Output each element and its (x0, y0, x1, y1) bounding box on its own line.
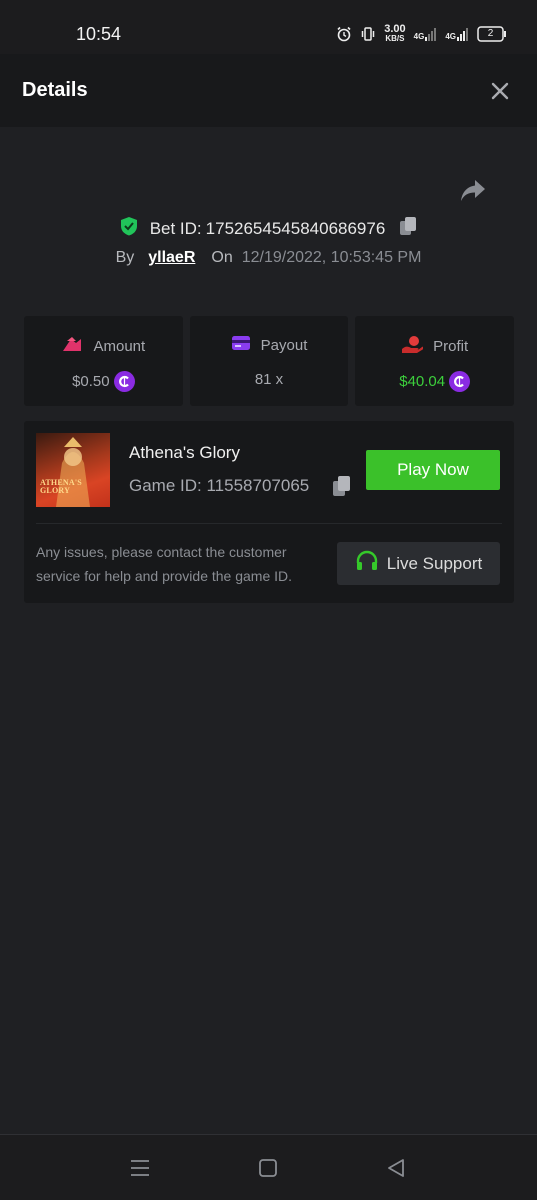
payout-value: 81 x (254, 371, 284, 388)
verified-shield-icon (120, 216, 138, 241)
thumbnail-title: ATHENA'S GLORY (40, 479, 82, 495)
amount-label: Amount (93, 337, 146, 355)
network-type-2: 4G (445, 32, 456, 41)
bet-id-row: Bet ID: 1752654545840686976 (0, 216, 537, 241)
play-now-button[interactable]: Play Now (366, 450, 500, 490)
payout-label: Payout (260, 336, 308, 354)
share-icon[interactable] (459, 178, 487, 204)
game-id-label: Game ID: (129, 476, 202, 495)
bet-stats: Amount $0.50 Payout 81 x Profit $40.04 (24, 316, 515, 406)
back-nav-icon[interactable] (385, 1157, 409, 1179)
amount-value: $0.50 (72, 373, 110, 390)
bet-id-label: Bet ID: (149, 218, 202, 238)
vibrate-icon (360, 26, 376, 42)
amount-header: Amount (24, 335, 183, 357)
game-id-value: 11558707065 (206, 476, 310, 495)
net-speed-value: 3.00 (384, 23, 406, 35)
battery-level: 2 (487, 28, 494, 39)
amount-value-row: $0.50 (24, 371, 183, 392)
bet-datetime: 12/19/2022, 10:53:45 PM (241, 249, 422, 266)
status-time: 10:54 (76, 24, 122, 44)
network-type-1: 4G (413, 32, 425, 41)
signal-icon: 4G (414, 27, 438, 41)
copy-icon[interactable] (399, 216, 417, 241)
home-nav-icon[interactable] (257, 1157, 281, 1179)
battery-icon: 2 (477, 26, 507, 42)
amount-icon (61, 335, 83, 357)
screen: 10:54 3.00 KB/S 4G 4G 2 Details Bet ID: … (0, 0, 537, 1200)
copy-icon[interactable] (332, 475, 352, 497)
headset-icon (355, 549, 379, 578)
profit-header: Profit (355, 335, 514, 357)
by-label: By (115, 249, 135, 266)
payout-card: Payout 81 x (189, 316, 349, 406)
close-icon[interactable] (489, 80, 511, 102)
profit-label: Profit (433, 337, 469, 355)
amount-card: Amount $0.50 (24, 316, 183, 406)
net-speed: 3.00 KB/S (384, 23, 406, 44)
coin-icon (113, 371, 135, 392)
status-bar: 10:54 3.00 KB/S 4G 4G 2 (0, 0, 537, 54)
signal-icon-2: 4G (445, 27, 469, 41)
menu-nav-icon[interactable] (129, 1157, 153, 1179)
system-nav-bar (0, 1134, 537, 1200)
game-name: Athena's Glory (129, 443, 240, 462)
bet-id-value: 1752654545840686976 (205, 218, 386, 238)
coin-icon (449, 371, 471, 392)
game-id: Game ID: 11558707065 (129, 476, 309, 496)
alarm-icon (336, 26, 352, 42)
help-text: Any issues, please contact the customer … (36, 544, 293, 584)
payout-value-row: 81 x (190, 371, 349, 388)
details-header: Details (0, 54, 537, 127)
live-support-button[interactable]: Live Support (337, 542, 500, 585)
live-support-label: Live Support (386, 553, 483, 573)
page-title: Details (22, 79, 88, 101)
bet-meta-row: By yllaeR On 12/19/2022, 10:53:45 PM (0, 249, 537, 267)
profit-card: Profit $40.04 (355, 316, 515, 406)
game-thumbnail[interactable]: ATHENA'S GLORY (36, 433, 110, 507)
profit-value: $40.04 (399, 373, 446, 390)
net-speed-unit: KB/S (385, 34, 405, 43)
divider (36, 523, 502, 524)
username-link[interactable]: yllaeR (148, 249, 195, 267)
payout-card-icon (231, 335, 251, 355)
profit-icon (401, 335, 425, 357)
profit-value-row: $40.04 (355, 371, 514, 392)
on-label: On (211, 249, 233, 266)
game-card: ATHENA'S GLORY Athena's Glory Game ID: 1… (24, 421, 514, 603)
payout-header: Payout (190, 335, 349, 355)
status-icons: 3.00 KB/S 4G 4G 2 (336, 23, 507, 45)
thumbnail-title-line-2: GLORY (40, 486, 71, 495)
